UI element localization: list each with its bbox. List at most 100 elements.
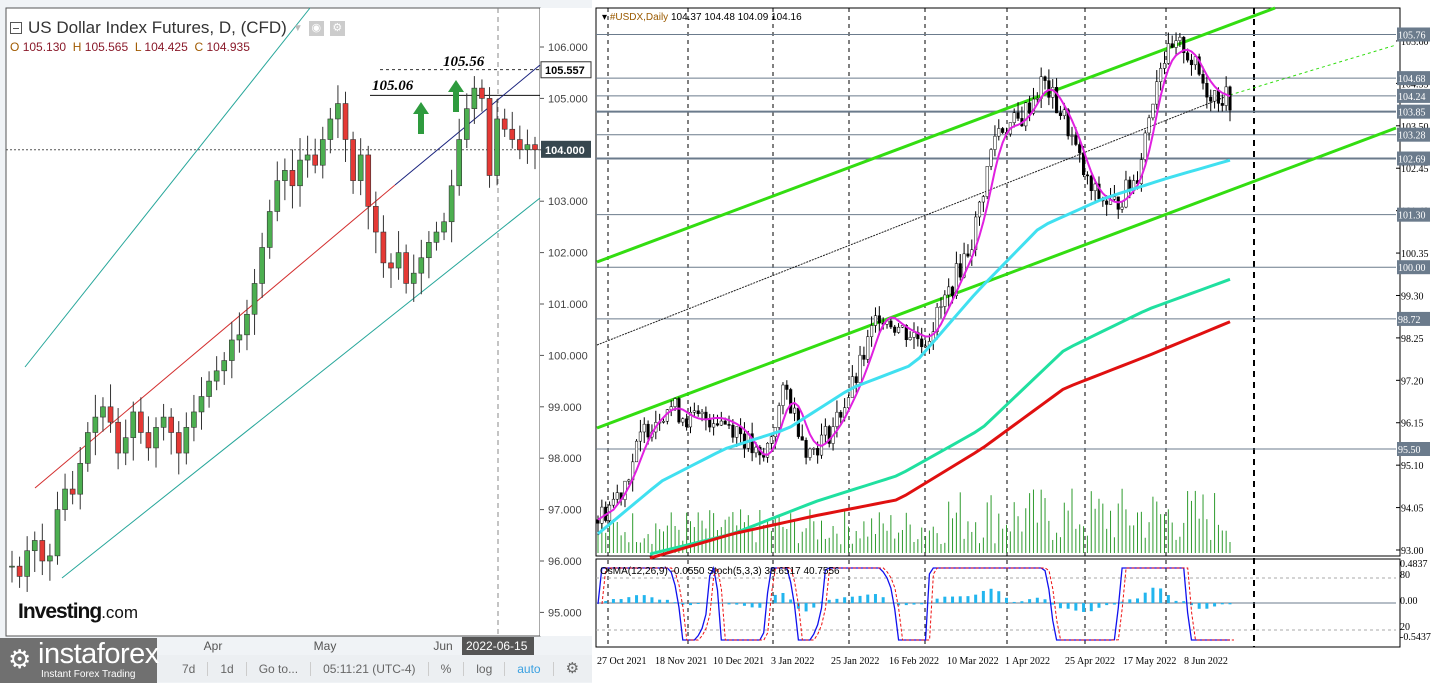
candle-body bbox=[866, 336, 870, 360]
candle-body bbox=[251, 283, 258, 315]
candle-body bbox=[1224, 86, 1228, 106]
y-tick-label: 94.05 bbox=[1401, 504, 1424, 515]
percent-button[interactable]: % bbox=[429, 661, 465, 676]
right-candlestick-chart[interactable]: 105.60104.55103.50102.45101.40100.3599.3… bbox=[592, 0, 1431, 683]
osma-bar bbox=[727, 603, 731, 605]
candle-body bbox=[789, 389, 793, 414]
candle-body bbox=[924, 345, 928, 348]
candle-body bbox=[966, 253, 970, 257]
candle-body bbox=[808, 448, 812, 458]
candle-body bbox=[410, 272, 417, 284]
candle-body bbox=[912, 332, 916, 338]
level-tag: 104.68 bbox=[1398, 74, 1426, 85]
candle-body bbox=[1070, 135, 1074, 137]
candle-body bbox=[870, 325, 874, 337]
x-tick-label: 17 May 2022 bbox=[1123, 656, 1176, 667]
candle-body bbox=[1228, 86, 1232, 111]
dropdown-icon[interactable]: ▼ bbox=[293, 23, 303, 34]
candle-body bbox=[221, 360, 228, 372]
osma-bar bbox=[758, 603, 762, 608]
candle-body bbox=[1051, 87, 1055, 98]
x-tick-label: 8 Jun 2022 bbox=[1184, 656, 1228, 667]
y-tick-label: 96.000 bbox=[548, 556, 582, 568]
candle-body bbox=[501, 118, 508, 130]
eye-icon[interactable]: ◉ bbox=[308, 20, 324, 36]
candle-body bbox=[712, 423, 716, 428]
candle-body bbox=[708, 419, 712, 428]
instaforex-gear-icon: ⚙ bbox=[8, 644, 32, 674]
candle-body bbox=[873, 315, 878, 326]
candle-body bbox=[727, 424, 731, 426]
candle-body bbox=[627, 479, 631, 482]
candle-body bbox=[1151, 103, 1155, 119]
candle-body bbox=[426, 242, 432, 259]
candle-body bbox=[777, 405, 781, 428]
osma-bar bbox=[1151, 587, 1155, 603]
candle-body bbox=[600, 506, 604, 524]
candle-body bbox=[282, 170, 288, 181]
investing-chart-panel[interactable]: 106.000 105.000 104.000 103.000 102.000 101.0… bbox=[0, 0, 592, 683]
level-tag: 98.72 bbox=[1398, 315, 1421, 326]
x-tick-label: 16 Feb 2022 bbox=[889, 656, 939, 667]
goto-button[interactable]: Go to... bbox=[247, 661, 312, 676]
candle-body bbox=[692, 410, 696, 413]
y-tick-label: 101.000 bbox=[548, 299, 588, 311]
candle-body bbox=[274, 180, 281, 212]
candle-body bbox=[335, 103, 341, 120]
osma-bar bbox=[1182, 601, 1186, 603]
candle-body bbox=[9, 565, 15, 568]
candle-body bbox=[981, 196, 985, 203]
candle-body bbox=[1035, 98, 1039, 100]
osc-tick-label: 80 bbox=[1400, 570, 1410, 581]
candle-body bbox=[327, 118, 334, 140]
left-candlestick-chart[interactable]: 106.000 105.000 104.000 103.000 102.000 101.0… bbox=[0, 0, 592, 683]
osma-bar bbox=[750, 603, 754, 608]
candle-body bbox=[1120, 206, 1124, 210]
osma-bar bbox=[673, 602, 677, 603]
level-tag: 103.85 bbox=[1398, 108, 1426, 119]
osma-bar bbox=[658, 599, 662, 603]
candle-body bbox=[433, 231, 440, 243]
candle-body bbox=[448, 185, 455, 223]
candle-body bbox=[1074, 135, 1078, 145]
candle-body bbox=[1213, 90, 1217, 102]
osma-bar bbox=[1066, 603, 1070, 609]
candle-body bbox=[54, 509, 61, 557]
candle-body bbox=[615, 492, 619, 500]
candle-body bbox=[642, 423, 646, 433]
candle-body bbox=[839, 411, 843, 418]
symbol-title[interactable]: US Dollar Index Futures, D, (CFD) bbox=[28, 18, 287, 38]
candle-body bbox=[816, 448, 820, 456]
candle-body bbox=[244, 313, 250, 336]
osma-bar bbox=[1105, 603, 1109, 606]
candle-body bbox=[685, 418, 689, 428]
candle-body bbox=[1085, 174, 1089, 177]
range-7d-button[interactable]: 7d bbox=[170, 661, 209, 676]
collapse-icon[interactable] bbox=[10, 22, 22, 34]
level-tag: 105.76 bbox=[1398, 30, 1426, 41]
osma-bar bbox=[781, 592, 785, 603]
candle-body bbox=[388, 262, 394, 269]
osma-bar bbox=[1097, 603, 1101, 608]
candle-body bbox=[1166, 43, 1170, 64]
log-button[interactable]: log bbox=[464, 661, 506, 676]
auto-button[interactable]: auto bbox=[505, 661, 554, 676]
candle-body bbox=[1209, 96, 1213, 102]
x-tick-label: 3 Jan 2022 bbox=[771, 656, 814, 667]
gear-icon[interactable]: ⚙ bbox=[329, 20, 345, 36]
candle-body bbox=[997, 128, 1001, 137]
candle-body bbox=[160, 416, 167, 428]
candle-body bbox=[1105, 200, 1109, 205]
osma-bar bbox=[858, 595, 862, 603]
mt4-chart-panel[interactable]: 105.60104.55103.50102.45101.40100.3599.3… bbox=[592, 0, 1431, 683]
x-tick-label: 27 Oct 2021 bbox=[597, 656, 646, 667]
candle-body bbox=[862, 354, 866, 360]
candle-body bbox=[198, 396, 205, 413]
candle-body bbox=[1078, 144, 1082, 154]
x-tick-label: 1 Apr 2022 bbox=[1005, 656, 1050, 667]
osma-bar bbox=[1220, 603, 1224, 605]
candle-body bbox=[681, 418, 685, 423]
range-1d-button[interactable]: 1d bbox=[208, 661, 247, 676]
main-plot-area bbox=[595, 7, 1401, 557]
settings-gear-icon[interactable]: ⚙ bbox=[554, 661, 591, 676]
